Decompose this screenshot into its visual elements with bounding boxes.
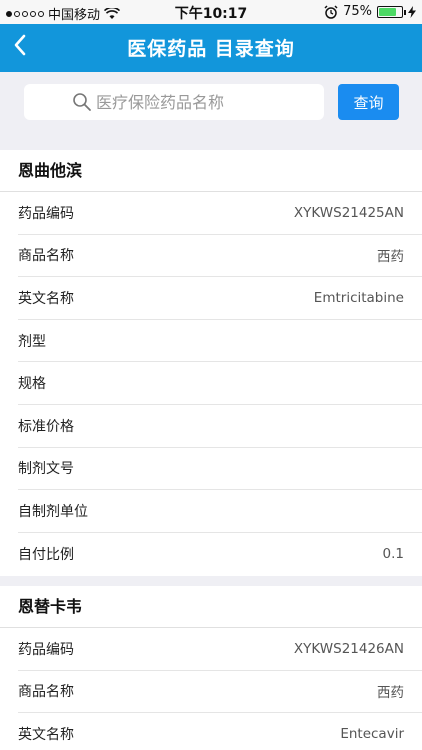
row-product-name: 商品名称 西药: [18, 671, 422, 714]
field-label: 标准价格: [18, 418, 74, 435]
field-label: 药品编码: [18, 641, 74, 658]
page-title: 医保药品 目录查询: [127, 38, 295, 60]
drug-card: 恩替卡韦 药品编码 XYKWS21426AN 商品名称 西药 英文名称 Ente…: [0, 586, 422, 750]
row-specification: 规格: [18, 362, 422, 405]
row-dosage-form: 剂型: [18, 320, 422, 363]
battery-percent: 75%: [343, 4, 372, 19]
field-label: 制剂文号: [18, 461, 74, 478]
field-value: Emtricitabine: [313, 289, 404, 306]
field-value: XYKWS21426AN: [293, 640, 404, 657]
status-right: 75%: [324, 4, 416, 19]
field-label: 自付比例: [18, 547, 74, 564]
charging-icon: [408, 5, 416, 18]
row-drug-code: 药品编码 XYKWS21425AN: [18, 192, 422, 235]
field-label: 规格: [18, 376, 46, 393]
alarm-clock-icon: [324, 4, 338, 19]
search-box[interactable]: [24, 84, 324, 120]
field-label: 英文名称: [18, 290, 74, 307]
field-value: Entecavir: [340, 726, 404, 743]
field-value: 西药: [377, 685, 404, 702]
row-standard-price: 标准价格: [18, 405, 422, 448]
field-label: 商品名称: [18, 684, 74, 701]
row-copay-ratio: 自付比例 0.1: [18, 533, 422, 576]
drug-name: 恩曲他滨: [0, 150, 422, 192]
row-english-name: 英文名称 Entecavir: [18, 713, 422, 750]
field-value: 0.1: [382, 546, 404, 563]
search-icon: [73, 93, 91, 111]
field-label: 剂型: [18, 333, 46, 350]
row-product-name: 商品名称 西药: [18, 235, 422, 278]
battery-icon: [377, 5, 406, 18]
search-area: 查询: [0, 72, 422, 136]
row-drug-code: 药品编码 XYKWS21426AN: [18, 628, 422, 671]
drug-card: 恩曲他滨 药品编码 XYKWS21425AN 商品名称 西药 英文名称 Emtr…: [0, 150, 422, 576]
field-label: 英文名称: [18, 727, 74, 744]
field-label: 自制剂单位: [18, 503, 88, 520]
back-button[interactable]: [12, 32, 42, 64]
field-label: 商品名称: [18, 248, 74, 265]
row-approval-number: 制剂文号: [18, 448, 422, 491]
status-bar: 中国移动 下午10:17 75%: [0, 0, 422, 24]
field-label: 药品编码: [18, 205, 74, 222]
chevron-left-icon: [14, 34, 26, 56]
search-input[interactable]: [96, 92, 276, 112]
field-value: 西药: [377, 249, 404, 266]
row-preparation-unit: 自制剂单位: [18, 490, 422, 533]
search-button[interactable]: 查询: [338, 84, 399, 120]
navigation-bar: 医保药品 目录查询: [0, 24, 422, 72]
drug-name: 恩替卡韦: [0, 586, 422, 628]
field-value: XYKWS21425AN: [293, 204, 404, 221]
row-english-name: 英文名称 Emtricitabine: [18, 277, 422, 320]
